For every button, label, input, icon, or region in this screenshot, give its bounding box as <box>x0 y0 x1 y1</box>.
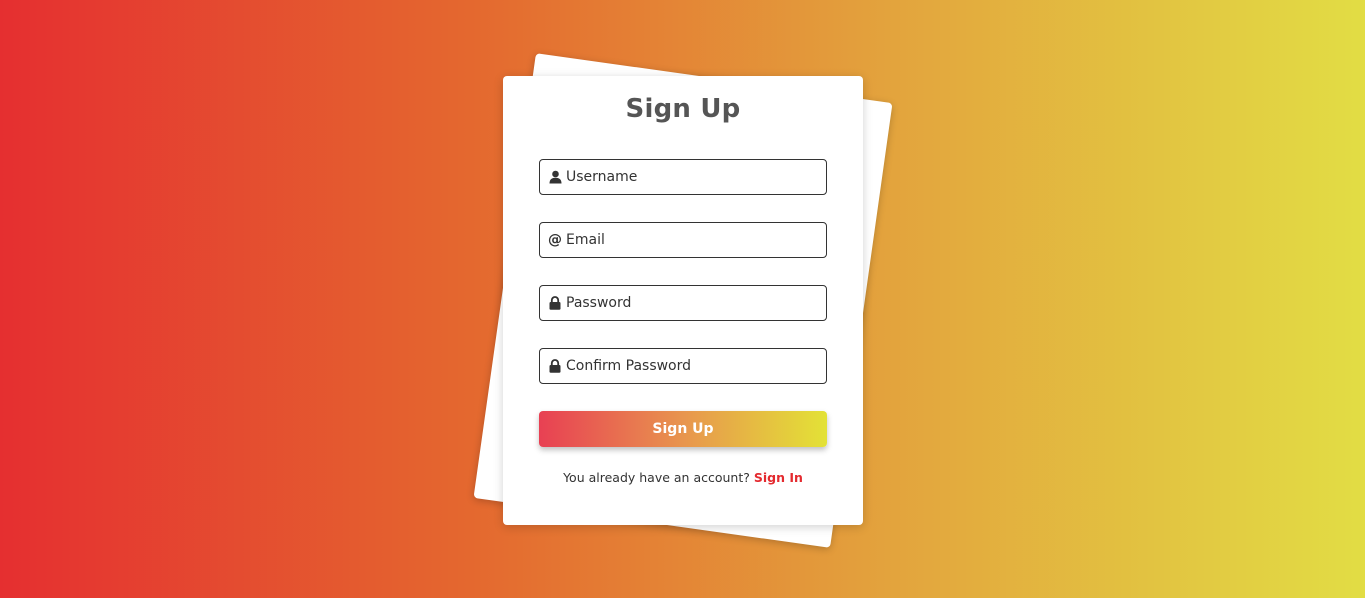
signin-prompt-text: You already have an account? <box>563 470 750 485</box>
username-field-wrapper <box>539 159 827 195</box>
lock-icon <box>540 349 566 383</box>
signin-link[interactable]: Sign In <box>754 470 803 485</box>
user-icon <box>540 160 566 194</box>
confirm-password-field-wrapper <box>539 348 827 384</box>
at-icon: @ <box>548 232 562 248</box>
signup-card: Sign Up @ <box>503 76 863 525</box>
page-title: Sign Up <box>625 94 741 124</box>
email-field-wrapper: @ <box>539 222 827 258</box>
signin-prompt: You already have an account? Sign In <box>503 470 863 485</box>
confirm-password-input[interactable] <box>566 349 816 383</box>
email-input[interactable] <box>566 223 816 257</box>
lock-icon <box>540 286 566 320</box>
username-input[interactable] <box>566 160 816 194</box>
password-field-wrapper <box>539 285 827 321</box>
password-input[interactable] <box>566 286 816 320</box>
signup-button[interactable]: Sign Up <box>539 411 827 447</box>
